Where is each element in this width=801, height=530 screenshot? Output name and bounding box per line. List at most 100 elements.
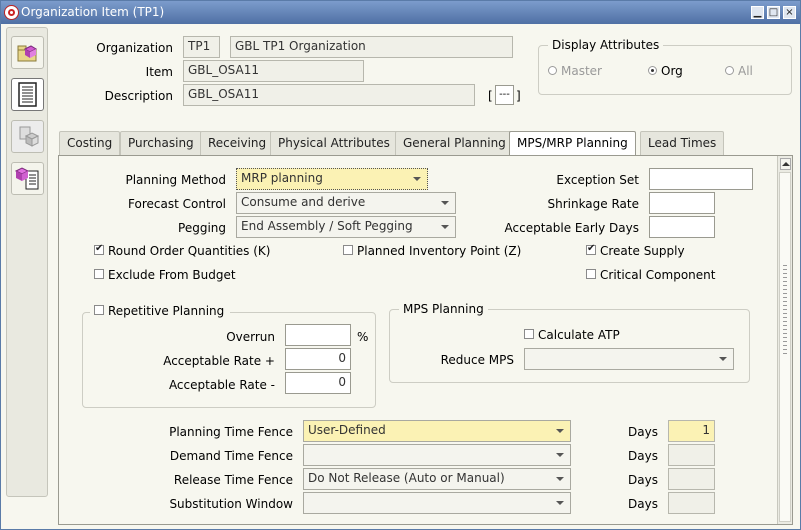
scroll-up-icon[interactable] bbox=[780, 158, 791, 170]
master-radio-label: Master bbox=[561, 64, 602, 78]
chevron-down-icon bbox=[413, 177, 421, 181]
chevron-down-icon bbox=[441, 225, 449, 229]
maximize-icon[interactable]: □ bbox=[767, 6, 780, 19]
calculate-atp-checkbox[interactable] bbox=[524, 329, 534, 339]
chevron-down-icon bbox=[556, 429, 564, 433]
forecast-control-value: Consume and derive bbox=[241, 195, 366, 209]
repetitive-planning-checkbox[interactable] bbox=[94, 305, 104, 315]
repetitive-planning-title: Repetitive Planning bbox=[108, 304, 225, 318]
release-time-fence-select[interactable]: Do Not Release (Auto or Manual) bbox=[303, 468, 571, 490]
pegging-value: End Assembly / Soft Pegging bbox=[241, 219, 413, 233]
minimize-icon[interactable]: ▁ bbox=[751, 6, 764, 19]
planning-time-fence-label: Planning Time Fence bbox=[169, 425, 293, 439]
overrun-label: Overrun bbox=[226, 330, 275, 344]
flex-close-bracket: ] bbox=[516, 89, 521, 103]
all-radio-label: All bbox=[738, 64, 753, 78]
planning-time-fence-value: User-Defined bbox=[308, 423, 386, 437]
substitution-days-field[interactable] bbox=[668, 492, 715, 514]
acceptable-rate-plus-field[interactable]: 0 bbox=[285, 348, 351, 370]
description-field[interactable]: GBL_OSA11 bbox=[183, 84, 475, 106]
planned-inventory-checkbox[interactable] bbox=[343, 245, 353, 255]
planning-time-fence-select[interactable]: User-Defined bbox=[303, 420, 571, 442]
organization-label: Organization bbox=[96, 41, 173, 55]
shrinkage-rate-field[interactable] bbox=[649, 192, 715, 214]
title-bar: Organization Item (TP1) ▁ □ × bbox=[1, 1, 800, 24]
acceptable-rate-plus-label: Acceptable Rate + bbox=[163, 354, 275, 368]
acceptable-rate-minus-field[interactable]: 0 bbox=[285, 372, 351, 394]
critical-component-checkbox[interactable] bbox=[586, 269, 596, 279]
substitution-days-label: Days bbox=[628, 497, 658, 511]
overrun-field[interactable] bbox=[285, 324, 351, 346]
release-days-label: Days bbox=[628, 473, 658, 487]
tab-general-planning[interactable]: General Planning bbox=[395, 131, 514, 155]
acceptable-rate-minus-label: Acceptable Rate - bbox=[168, 378, 275, 392]
exclude-budget-checkbox[interactable] bbox=[94, 269, 104, 279]
tool-column bbox=[6, 27, 48, 497]
planned-inventory-label: Planned Inventory Point (Z) bbox=[357, 244, 522, 258]
exception-set-label: Exception Set bbox=[556, 173, 639, 187]
close-icon[interactable]: × bbox=[783, 6, 796, 19]
folder-icon[interactable] bbox=[11, 36, 44, 69]
tab-costing[interactable]: Costing bbox=[59, 131, 121, 155]
tab-physical-attributes[interactable]: Physical Attributes bbox=[270, 131, 398, 155]
mps-planning-title: MPS Planning bbox=[399, 302, 488, 316]
demand-time-fence-label: Demand Time Fence bbox=[169, 449, 293, 463]
acceptable-early-days-field[interactable] bbox=[649, 216, 715, 238]
tab-receiving[interactable]: Receiving bbox=[200, 131, 275, 155]
exclude-budget-label: Exclude From Budget bbox=[108, 268, 236, 282]
pegging-select[interactable]: End Assembly / Soft Pegging bbox=[236, 216, 456, 238]
forecast-control-select[interactable]: Consume and derive bbox=[236, 192, 456, 214]
planning-method-value: MRP planning bbox=[241, 171, 323, 185]
planning-method-select[interactable]: MRP planning bbox=[236, 168, 428, 190]
item-label: Item bbox=[145, 65, 173, 79]
substitution-window-select[interactable] bbox=[303, 492, 571, 514]
mps-planning-group bbox=[389, 309, 750, 383]
org-radio-label: Org bbox=[661, 64, 683, 78]
create-supply-checkbox[interactable] bbox=[586, 243, 596, 255]
flex-open-bracket: [ bbox=[488, 89, 493, 103]
forecast-control-label: Forecast Control bbox=[128, 197, 226, 211]
tab-mps-mrp-planning[interactable]: MPS/MRP Planning bbox=[509, 131, 636, 156]
chevron-down-icon bbox=[556, 501, 564, 505]
flexfield-button[interactable]: --- bbox=[495, 85, 514, 105]
demand-days-field[interactable] bbox=[668, 444, 715, 466]
critical-component-label: Critical Component bbox=[600, 268, 716, 282]
round-order-checkbox[interactable] bbox=[94, 243, 104, 255]
chevron-down-icon bbox=[556, 477, 564, 481]
reduce-mps-label: Reduce MPS bbox=[440, 353, 514, 367]
reduce-mps-select[interactable] bbox=[524, 348, 734, 370]
window-title: Organization Item (TP1) bbox=[21, 5, 165, 19]
oracle-logo-icon bbox=[4, 5, 19, 20]
vertical-scrollbar[interactable] bbox=[777, 156, 792, 524]
create-supply-label: Create Supply bbox=[600, 244, 685, 258]
acceptable-early-days-label: Acceptable Early Days bbox=[504, 221, 639, 235]
item-list-icon[interactable] bbox=[11, 162, 44, 195]
chevron-down-icon bbox=[719, 357, 727, 361]
planning-days-field[interactable]: 1 bbox=[668, 420, 715, 442]
list-icon[interactable] bbox=[11, 78, 44, 111]
release-days-field[interactable] bbox=[668, 468, 715, 490]
scroll-thumb[interactable] bbox=[779, 172, 791, 522]
scroll-grip-icon bbox=[783, 265, 787, 355]
organization-name-field[interactable]: GBL TP1 Organization bbox=[230, 36, 513, 58]
item-field[interactable]: GBL_OSA11 bbox=[183, 60, 364, 82]
release-time-fence-label: Release Time Fence bbox=[173, 473, 293, 487]
display-attributes-title: Display Attributes bbox=[548, 38, 664, 52]
calculate-atp-label: Calculate ATP bbox=[538, 328, 620, 342]
organization-code-field[interactable]: TP1 bbox=[183, 36, 220, 58]
all-radio[interactable] bbox=[725, 66, 734, 75]
release-time-fence-value: Do Not Release (Auto or Manual) bbox=[308, 471, 505, 485]
item-icon[interactable] bbox=[11, 120, 44, 153]
org-radio[interactable] bbox=[648, 66, 657, 75]
substitution-window-label: Substitution Window bbox=[169, 497, 293, 511]
round-order-label: Round Order Quantities (K) bbox=[108, 244, 271, 258]
demand-time-fence-select[interactable] bbox=[303, 444, 571, 466]
planning-days-label: Days bbox=[628, 425, 658, 439]
exception-set-field[interactable] bbox=[649, 168, 753, 190]
planning-method-label: Planning Method bbox=[125, 173, 226, 187]
pegging-label: Pegging bbox=[178, 221, 226, 235]
description-label: Description bbox=[104, 89, 173, 103]
tab-lead-times[interactable]: Lead Times bbox=[640, 131, 725, 155]
master-radio[interactable] bbox=[548, 66, 557, 75]
tab-purchasing[interactable]: Purchasing bbox=[120, 131, 202, 155]
